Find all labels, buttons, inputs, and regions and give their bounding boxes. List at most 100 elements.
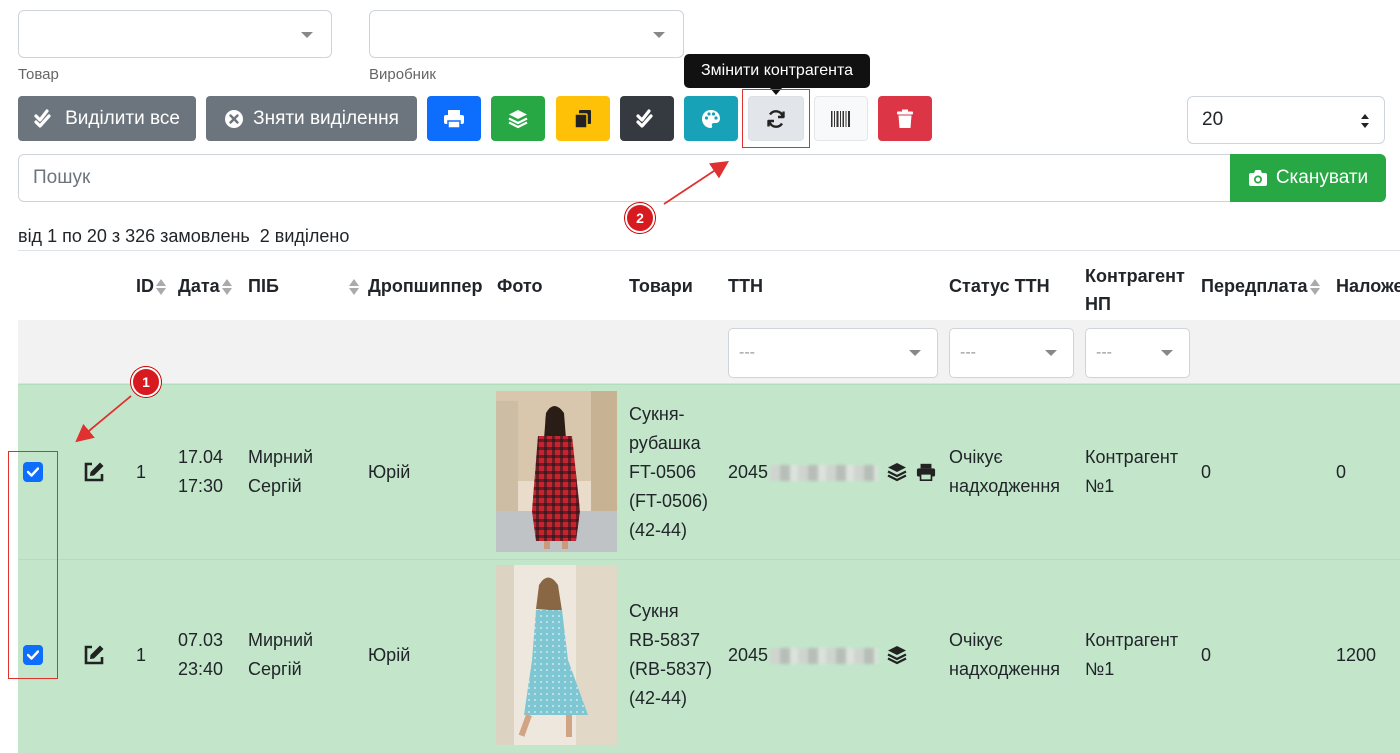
row-status-line: надходження (949, 476, 1061, 496)
check-double-icon (34, 108, 51, 128)
ttn-blurred (770, 465, 879, 482)
row-prepayment: 0 (1201, 645, 1212, 665)
chevron-down-icon (653, 32, 665, 38)
layers-button[interactable] (491, 96, 545, 141)
per-page-value: 20 (1202, 109, 1224, 130)
ttn-filter-select[interactable]: --- (728, 328, 938, 378)
print-icon[interactable] (916, 462, 936, 482)
header-counterparty: Контрагент НП (1085, 266, 1185, 314)
scan-button[interactable]: Сканувати (1230, 154, 1386, 202)
header-prepayment[interactable]: Передплата (1201, 276, 1320, 297)
sort-arrows-icon (1361, 114, 1369, 128)
row-goods-line: RB-5837 (629, 630, 701, 650)
row-goods-line: Сукня- (629, 404, 685, 424)
counterparty-filter-value: --- (1096, 344, 1112, 361)
row-cod: 0 (1336, 462, 1347, 482)
row-id: 1 (136, 462, 147, 482)
product-photo (496, 565, 617, 745)
header-date[interactable]: Дата (178, 276, 232, 297)
barcode-button[interactable] (814, 96, 868, 141)
counterparty-filter-select[interactable]: --- (1085, 328, 1190, 378)
row-name-last: Сергій (248, 659, 302, 679)
row-id: 1 (136, 645, 147, 665)
product-photo (496, 391, 617, 552)
edit-icon[interactable] (83, 461, 105, 483)
highlight-box (8, 451, 58, 679)
row-status-line: Очікує (949, 447, 1003, 467)
row-time: 17:30 (178, 476, 224, 496)
row-dropshipper: Юрій (368, 645, 411, 665)
camera-icon (1248, 170, 1267, 186)
layers-icon[interactable] (887, 462, 907, 482)
row-goods-line: Сукня (629, 601, 679, 621)
header-name-sort[interactable] (347, 276, 359, 297)
row-goods-line: (42-44) (629, 688, 688, 708)
ttn-blurred (770, 648, 879, 665)
sort-icon (349, 278, 359, 296)
row-name-first: Мирний (248, 630, 314, 650)
header-cod: Наложе (1336, 276, 1400, 296)
row-counterparty-line: №1 (1085, 476, 1115, 496)
layers-icon (508, 109, 528, 128)
filter-row (18, 320, 1400, 384)
product-label: Товар (18, 66, 59, 83)
search-placeholder: Пошук (33, 167, 91, 188)
copy-icon (574, 109, 591, 129)
header-id[interactable]: ID (136, 276, 166, 297)
row-status-line: Очікує (949, 630, 1003, 650)
product-select[interactable] (18, 10, 332, 58)
manufacturer-select[interactable] (369, 10, 684, 58)
tooltip: Змінити контрагента (684, 54, 870, 88)
edit-icon[interactable] (83, 644, 105, 666)
close-circle-icon (225, 109, 244, 128)
table-row (18, 384, 1400, 559)
header-id-label: ID (136, 276, 154, 296)
layers-icon[interactable] (887, 645, 907, 665)
chevron-down-icon (1161, 350, 1173, 356)
print-button[interactable] (427, 96, 481, 141)
select-all-button[interactable]: Виділити все (18, 96, 196, 141)
print-icon (444, 109, 464, 129)
header-ttn-status: Статус ТТН (949, 276, 1050, 296)
copy-button[interactable] (556, 96, 610, 141)
scan-label: Сканувати (1275, 167, 1369, 188)
row-counterparty-line: Контрагент (1085, 630, 1179, 650)
row-name-first: Мирний (248, 447, 314, 467)
mark-done-button[interactable] (620, 96, 674, 141)
deselect-button[interactable]: Зняти виділення (206, 96, 417, 141)
header-date-label: Дата (178, 276, 220, 296)
sort-icon (1309, 278, 1320, 296)
row-counterparty-line: №1 (1085, 659, 1115, 679)
row-goods-line: рубашка (629, 433, 701, 453)
chevron-down-icon (1045, 350, 1057, 356)
chevron-down-icon (301, 32, 313, 38)
header-name[interactable]: ПІБ (248, 276, 279, 297)
header-dropshipper: Дропшиппер (368, 276, 483, 296)
header-name-label: ПІБ (248, 276, 279, 296)
palette-button[interactable] (684, 96, 738, 141)
per-page-select[interactable]: 20 (1187, 96, 1385, 144)
sort-icon (156, 278, 166, 296)
select-all-label: Виділити все (65, 107, 180, 129)
row-time: 23:40 (178, 659, 224, 679)
row-prepayment: 0 (1201, 462, 1212, 482)
header-prepayment-label: Передплата (1201, 276, 1308, 296)
row-date: 07.03 (178, 630, 224, 650)
manufacturer-label: Виробник (369, 66, 436, 83)
row-status-line: надходження (949, 659, 1061, 679)
header-goods: Товари (629, 276, 693, 296)
status-filter-select[interactable]: --- (949, 328, 1074, 378)
row-name-last: Сергій (248, 476, 302, 496)
header-ttn: ТТН (728, 276, 763, 296)
results-summary: від 1 по 20 з 326 замовлень 2 виділено (18, 226, 350, 246)
delete-button[interactable] (878, 96, 932, 141)
check-double-icon (636, 108, 653, 128)
table-top-border (18, 250, 1400, 251)
sort-icon (221, 278, 232, 296)
row-goods-line: FT-0506 (629, 462, 697, 482)
trash-icon (897, 109, 913, 128)
row-ttn[interactable]: 2045 (728, 641, 879, 670)
search-input[interactable]: Пошук (18, 154, 1231, 202)
row-date: 17.04 (178, 447, 224, 467)
row-ttn[interactable]: 2045 (728, 458, 879, 487)
